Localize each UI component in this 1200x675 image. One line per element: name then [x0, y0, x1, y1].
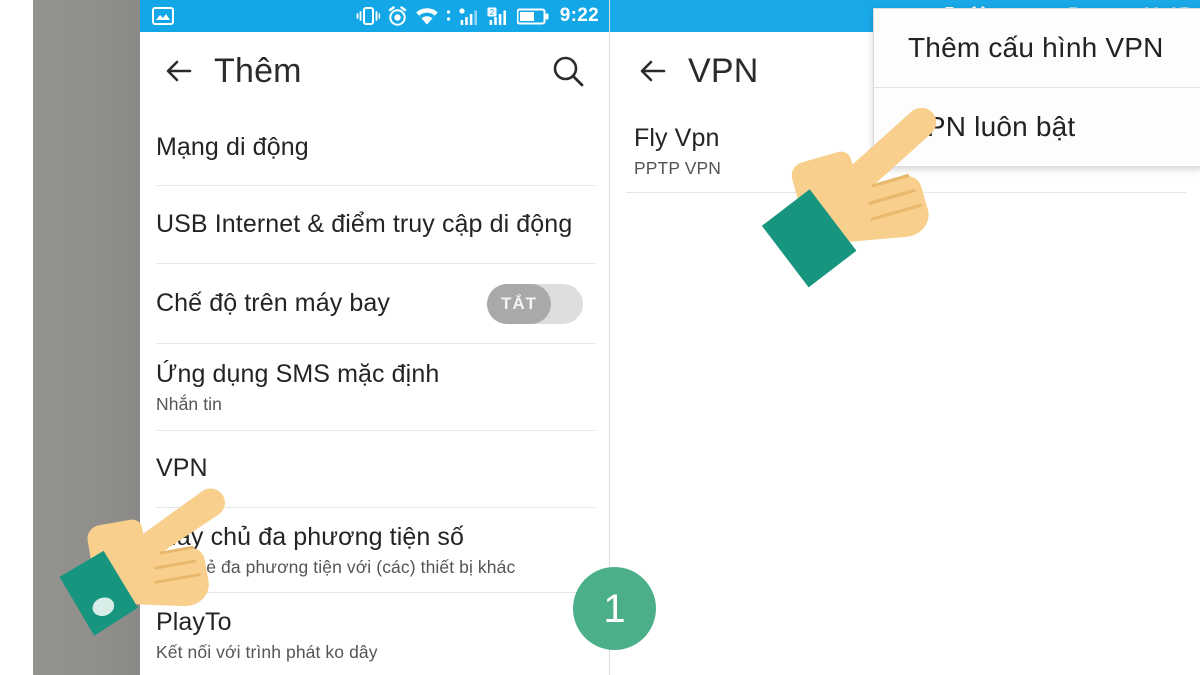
airplane-mode-toggle[interactable]: TẮT	[487, 283, 583, 324]
left-app-bar: Thêm	[140, 32, 609, 110]
list-item-texts: Chế độ trên máy bay	[156, 288, 390, 319]
list-item-title: USB Internet & điểm truy cập di động	[156, 209, 573, 238]
toggle-label: TẮT	[500, 293, 538, 313]
list-item-texts: Fly Vpn PPTP VPN	[634, 123, 721, 180]
list-item-airplane-mode[interactable]: Chế độ trên máy bay TẮT	[140, 264, 609, 343]
status-separator-icon	[446, 10, 450, 21]
list-item-texts: USB Internet & điểm truy cập di động	[156, 209, 572, 240]
toggle-knob: TẮT	[487, 283, 551, 324]
list-item-texts: Ứng dụng SMS mặc định Nhắn tin	[156, 359, 439, 416]
step-badge-number: 1	[603, 586, 626, 631]
list-item-default-sms-app[interactable]: Ứng dụng SMS mặc định Nhắn tin	[140, 344, 609, 430]
menu-item-label: Thêm cấu hình VPN	[908, 32, 1164, 63]
back-arrow-icon[interactable]	[160, 52, 198, 90]
hand-pointer-right-icon	[761, 107, 937, 288]
back-arrow-icon[interactable]	[634, 52, 672, 90]
left-status-time: 9:22	[559, 5, 599, 26]
list-item-title: Mạng di động	[156, 132, 309, 161]
list-item-subtitle: PPTP VPN	[634, 157, 722, 178]
list-item-texts: Mạng di động	[156, 132, 309, 163]
alarm-icon	[388, 5, 406, 26]
signal-sim2-icon: 2	[487, 7, 506, 25]
page-title: VPN	[688, 51, 759, 90]
screenshot-icon	[152, 7, 174, 25]
left-status-bar: 2 9:22	[140, 0, 609, 32]
screenshot-stage: 2 9:22 Thêm Mạng di động USB Internet & …	[0, 0, 1200, 675]
signal-sim1-icon	[459, 7, 477, 25]
wifi-icon	[415, 7, 438, 24]
hand-pointer-left-icon	[59, 488, 225, 636]
left-status-bar-notifications	[152, 7, 174, 25]
svg-text:2: 2	[490, 8, 495, 17]
list-item-title: Chế độ trên máy bay	[156, 288, 390, 317]
list-item-mang-di-dong[interactable]: Mạng di động	[140, 110, 609, 185]
page-title: Thêm	[214, 51, 302, 90]
left-status-bar-icons: 2 9:22	[356, 5, 599, 27]
battery-icon	[516, 8, 549, 24]
list-item-usb-internet[interactable]: USB Internet & điểm truy cập di động	[140, 186, 609, 263]
list-item-subtitle: Nhắn tin	[156, 393, 222, 414]
backdrop-left-white	[0, 0, 33, 675]
list-item-title: Ứng dụng SMS mặc định	[156, 359, 440, 388]
list-item-title: Fly Vpn	[634, 123, 720, 152]
step-badge: 1	[573, 567, 656, 650]
search-icon[interactable]	[549, 52, 587, 90]
menu-item-them-cau-hinh-vpn[interactable]: Thêm cấu hình VPN	[874, 9, 1200, 87]
vibrate-icon	[356, 7, 380, 25]
